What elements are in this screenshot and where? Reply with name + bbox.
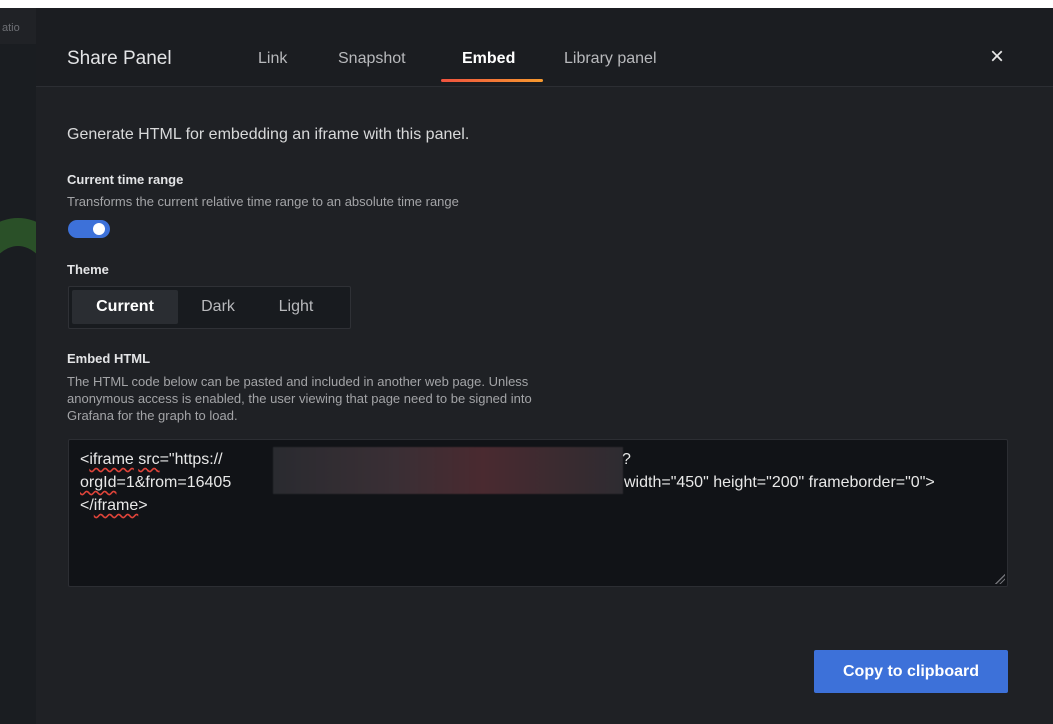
theme-option-light[interactable]: Light: [258, 290, 334, 324]
theme-radio-group: Current Dark Light: [68, 286, 351, 329]
embed-html-description-line-3: Grafana for the graph to load.: [67, 408, 238, 423]
redaction-block: [273, 447, 623, 494]
embed-html-description-line-1: The HTML code below can be pasted and in…: [67, 374, 529, 389]
screen: atio Share Panel Link Snapshot Embed Lib…: [0, 0, 1053, 724]
code-token: ="https://: [159, 451, 223, 468]
theme-label: Theme: [67, 262, 109, 277]
code-token: </: [80, 497, 94, 514]
code-line-2-end: width="450" height="200" frameborder="0"…: [624, 474, 935, 491]
code-line-3: </iframe>: [80, 497, 148, 515]
code-token: <: [80, 451, 90, 468]
time-range-label: Current time range: [67, 172, 184, 187]
tab-embed[interactable]: Embed: [462, 50, 515, 68]
code-token-orgid: orgId: [80, 474, 117, 491]
tab-snapshot[interactable]: Snapshot: [338, 50, 406, 68]
embed-html-label: Embed HTML: [67, 351, 151, 366]
embed-html-description-line-2: anonymous access is enabled, the user vi…: [67, 391, 532, 406]
code-token: =1&from=16405: [116, 474, 232, 491]
embed-description: Generate HTML for embedding an iframe wi…: [67, 126, 470, 143]
embed-html-textarea[interactable]: <iframe src="https:// ? orgId=1&from=164…: [68, 439, 1008, 587]
time-range-description: Transforms the current relative time ran…: [67, 194, 459, 209]
close-icon[interactable]: ×: [986, 44, 1008, 70]
copy-to-clipboard-button[interactable]: Copy to clipboard: [814, 650, 1008, 693]
modal-title: Share Panel: [67, 48, 172, 69]
active-tab-indicator: [441, 79, 543, 82]
theme-option-current[interactable]: Current: [72, 290, 178, 324]
toggle-knob: [93, 223, 105, 235]
tab-library-panel[interactable]: Library panel: [564, 50, 657, 68]
code-token: >: [138, 497, 148, 514]
share-panel-modal: Share Panel Link Snapshot Embed Library …: [36, 8, 1053, 724]
modal-header: Share Panel Link Snapshot Embed Library …: [36, 8, 1053, 87]
code-line-1-end: ?: [622, 451, 631, 468]
code-line-1: <iframe src="https://: [80, 451, 223, 469]
code-token-iframe-close: iframe: [93, 497, 139, 514]
resize-handle-icon[interactable]: [995, 574, 1005, 584]
code-token-iframe: iframe: [89, 451, 134, 468]
theme-option-dark[interactable]: Dark: [182, 290, 254, 324]
time-range-toggle[interactable]: [68, 220, 110, 238]
background-label: atio: [2, 22, 20, 34]
code-token-src: src: [138, 451, 160, 468]
code-line-2: orgId=1&from=16405: [80, 474, 231, 492]
tab-link[interactable]: Link: [258, 50, 287, 68]
